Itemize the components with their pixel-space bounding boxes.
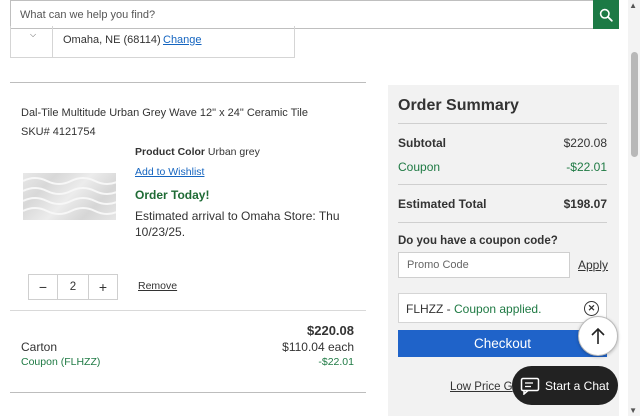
- product-title[interactable]: Dal-Tile Multitude Urban Grey Wave 12" x…: [21, 107, 308, 119]
- line-total: $220.08: [307, 323, 354, 338]
- item-coupon-amount: -$22.01: [318, 356, 354, 368]
- item-divider: [10, 310, 366, 311]
- store-selector: ⌵ Omaha, NE (68114) Change: [10, 26, 295, 58]
- applied-coupon-code: FLHZZ: [406, 302, 444, 316]
- applied-coupon: FLHZZ - Coupon applied. ✕: [398, 293, 607, 323]
- chevron-down-icon[interactable]: ⌵: [30, 30, 36, 40]
- summary-divider: [398, 123, 607, 124]
- product-image[interactable]: [23, 173, 116, 220]
- chat-icon: [520, 377, 540, 395]
- applied-coupon-text: FLHZZ - Coupon applied.: [406, 302, 541, 316]
- remove-item-link[interactable]: Remove: [138, 280, 177, 292]
- close-circle-icon[interactable]: ✕: [584, 301, 599, 316]
- quantity-value[interactable]: 2: [58, 275, 88, 299]
- applied-coupon-separator: -: [443, 302, 455, 316]
- start-chat-button[interactable]: Start a Chat: [512, 366, 618, 405]
- estimated-arrival: Estimated arrival to Omaha Store: Thu 10…: [135, 209, 340, 239]
- product-color: Product Color Urban grey: [135, 146, 260, 158]
- product-color-label: Product Color: [135, 146, 205, 158]
- subtotal-label: Subtotal: [398, 136, 446, 150]
- unit-price: $110.04 each: [282, 340, 354, 354]
- tile-wave-pattern: [23, 177, 116, 215]
- apply-coupon-button[interactable]: Apply: [578, 258, 608, 272]
- product-sku: SKU# 4121754: [21, 126, 96, 138]
- section-divider: [10, 392, 366, 393]
- estimated-total-value: $198.07: [563, 197, 607, 211]
- start-chat-label: Start a Chat: [545, 378, 610, 393]
- unit-label: Carton: [21, 340, 58, 354]
- product-color-value: Urban grey: [207, 146, 260, 158]
- summary-divider: [398, 222, 607, 223]
- search-button[interactable]: [593, 0, 619, 29]
- store-location: Omaha, NE (68114): [63, 34, 161, 46]
- applied-coupon-status: Coupon applied.: [454, 302, 542, 316]
- search-icon: [599, 8, 613, 22]
- scroll-up-icon[interactable]: ▲: [629, 1, 637, 10]
- scroll-thumb[interactable]: [631, 52, 638, 157]
- back-to-top-button[interactable]: [578, 316, 618, 356]
- summary-coupon-value: -$22.01: [566, 160, 607, 174]
- estimated-total-label: Estimated Total: [398, 197, 487, 211]
- checkout-button[interactable]: Checkout: [398, 330, 607, 357]
- promo-code-input[interactable]: [398, 252, 570, 278]
- search-bar: [10, 0, 619, 29]
- page-scrollbar[interactable]: ▲ ▼: [628, 0, 640, 416]
- decrease-quantity-button[interactable]: −: [29, 275, 58, 299]
- add-to-wishlist-link[interactable]: Add to Wishlist: [135, 166, 204, 178]
- minus-icon: −: [38, 279, 48, 295]
- section-divider: [10, 82, 366, 83]
- change-store-link[interactable]: Change: [163, 34, 202, 46]
- plus-icon: +: [98, 279, 108, 295]
- search-input[interactable]: [11, 1, 595, 28]
- subtotal-value: $220.08: [563, 136, 607, 150]
- item-coupon-label: Coupon (FLHZZ): [21, 356, 101, 368]
- increase-quantity-button[interactable]: +: [88, 275, 117, 299]
- low-price-guarantee-link[interactable]: Low Price G: [450, 381, 513, 393]
- order-today-label: Order Today!: [135, 188, 210, 202]
- store-divider: [52, 26, 53, 58]
- scroll-down-icon[interactable]: ▼: [629, 406, 637, 415]
- quantity-stepper: − 2 +: [28, 274, 118, 300]
- summary-coupon-label: Coupon: [398, 160, 441, 174]
- summary-divider: [398, 184, 607, 185]
- coupon-question: Do you have a coupon code?: [398, 235, 558, 247]
- order-summary-title: Order Summary: [398, 97, 519, 114]
- arrow-up-icon: [591, 327, 605, 344]
